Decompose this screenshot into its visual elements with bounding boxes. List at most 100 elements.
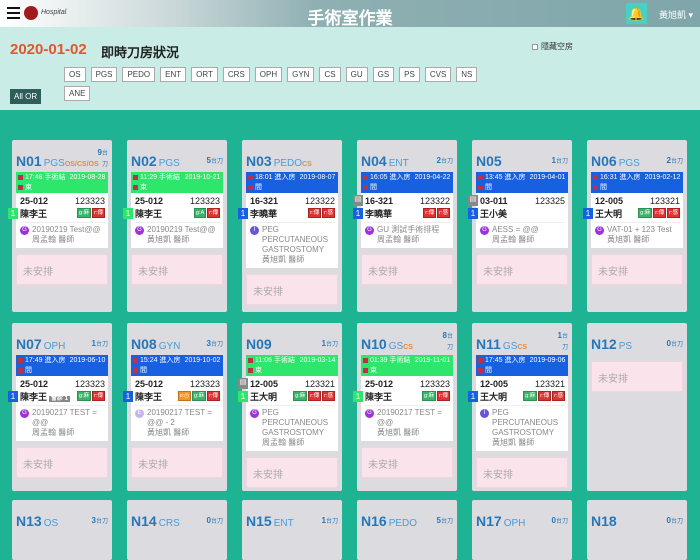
filter-ane[interactable]: ANE [64,86,91,101]
room-number: N01 [16,153,42,169]
unscheduled-slot[interactable]: 未安排 [476,254,568,285]
surgeon-name: 黃旭凱 醫師 [147,428,190,437]
room-card[interactable]: N16 PEDO 5台刀 [357,500,457,560]
sequence-number: 1 [8,207,18,219]
patient-name: 陳李王 [20,391,48,402]
patient-block[interactable]: ▤ 03-011 123325 1 王小美 G AESS = @@ 周孟翰 醫師 [468,193,568,248]
patient-block[interactable]: 25-012 123323 1 陳李王 g:麻 r:傳 G 20190219 Test@@ 周孟… [8,193,108,248]
patient-block[interactable]: ▤ 12-005 123321 1 王大明 g:麻 r:傳 r:感 G PEG PERCUTANE… [238,376,338,451]
unscheduled-slot[interactable]: 未安排 [361,254,453,285]
filter-pgs[interactable]: PGS [90,67,118,82]
room-card[interactable]: N13 OS 3台刀 [12,500,112,560]
unscheduled-slot[interactable]: 未安排 [246,274,338,305]
room-card[interactable]: N09 1台刀 11:06 手術結束 2019-03-14 ▤ 12-005 123321 1… [238,323,342,491]
filter-crs[interactable]: CRS [222,67,250,82]
room-number: N15 [246,513,272,529]
patient-block[interactable]: 25-012 123323 1 陳李王 會診 1 g:麻 r:傳 G 20190217 TEST… [8,376,108,441]
status-text: 16:05 進入房間 [370,174,411,191]
unscheduled-slot[interactable]: 未安排 [476,457,568,488]
unscheduled-slot[interactable]: 未安排 [16,254,108,285]
room-card[interactable]: N02 PGS 5台刀 11:29 手術結束 2019-10-21 25-012 12332… [123,140,227,312]
room-card[interactable]: N15 ENT 1台刀 [242,500,342,560]
patient-row: 1 王小美 [468,207,565,219]
unscheduled-slot[interactable]: 未安排 [361,447,453,478]
unscheduled-slot[interactable]: 未安排 [131,447,223,478]
patient-block[interactable]: 12-005 123321 1 王大明 g:麻 r:傳 r:感 G VAT-01 + 123 T… [583,193,683,248]
room-card[interactable]: N17 OPH 0台刀 [472,500,572,560]
status-dot-icon [478,184,483,190]
chart-number: 123322 [419,196,450,206]
case-count-unit: 台刀 [325,342,338,348]
filter-gu[interactable]: GU [345,67,368,82]
status-dot-icon [478,175,483,181]
procedure: G PEG PERCUTANEOUS GASTROSTOMY 周孟翰 醫師 [250,405,335,448]
patient-row: 25-012 123323 [135,195,220,207]
room-number: N17 [476,513,502,529]
unscheduled-slot[interactable]: 未安排 [591,254,683,285]
room-card[interactable]: N18 0台刀 [587,500,687,560]
patient-block[interactable]: 25-012 123323 1 陳李王 g:A r:傳 G 20190219 Test@@ 黃旭… [123,193,223,248]
filter-gyn[interactable]: GYN [287,67,315,82]
room-card[interactable]: N01 PGSOS/CS/OS 9台刀 17:48 手術結束 2019-08-28 25-… [8,140,112,312]
checkbox-icon[interactable] [532,43,538,50]
badges: g:麻 r:傳 [422,391,450,401]
badge-icon: r:傳 [653,208,667,218]
room-card[interactable]: N12 PS 0台刀 未安排 [587,323,687,491]
status-text: 17:48 手術結束 [25,174,66,191]
patient-block[interactable]: ▤ 16-321 123322 1 李曉華 r:傳 r:感 G GU 測試手術排程 周孟翰 醫師 [353,193,453,248]
badge-icon: r:傳 [437,391,450,401]
room-card[interactable]: N07 OPH 1台刀 17:49 進入房間 2019-06-10 25-012 12332… [8,323,112,491]
patient-block[interactable]: 16-321 123322 1 李曉華 r:傳 r:感 I PEG PERCUTANEOUS … [238,193,338,268]
bed-number: 25-012 [20,379,49,389]
room-card[interactable]: N05 1台刀 13:45 進入房間 2019-04-01 ▤ 03-011 123325 1… [468,140,572,312]
room-header: N01 PGSOS/CS/OS 9台刀 [16,144,108,172]
filter-ort[interactable]: ORT [191,67,218,82]
room-card[interactable]: N14 CRS 0台刀 [127,500,227,560]
sequence-number: 1 [123,207,133,219]
patient-block[interactable]: 12-005 123321 1 王大明 g:麻 r:傳 r:感 I PEG PERCUTANEO… [468,376,568,451]
status-dot-icon [248,184,253,190]
chart-number: 123323 [419,379,450,389]
room-card[interactable]: N08 GYN 3台刀 15:24 進入房間 2019-10-02 25-012 12332… [123,323,227,491]
hide-empty-checkbox[interactable]: 隱藏空房 [532,41,573,52]
room-card[interactable]: N03 PEDOCS 18:01 進入房間 2019-08-07 16-321 12332… [238,140,342,312]
filter-oph[interactable]: OPH [254,67,283,82]
status-dot-icon [478,358,483,364]
status-bar: 11:06 手術結束 2019-03-14 [246,355,338,376]
patient-name-wrap: 陳李王 [135,207,162,220]
patient-name: 王大明 [595,208,623,219]
unscheduled-slot[interactable]: 未安排 [591,361,683,392]
procedure: E 20190217 TEST = @@ - 2 黃旭凱 醫師 [135,405,220,438]
case-count-unit: 台刀 [325,519,338,525]
filter-cs[interactable]: CS [319,67,341,82]
filter-cvs[interactable]: CVS [424,67,452,82]
user-menu[interactable]: 黃旭凱 ▾ [659,8,693,21]
room-card[interactable]: N06 PGS 2台刀 16:31 進入房間 2019-02-12 12-005 12332… [583,140,687,312]
room-header: N05 1台刀 [476,144,568,172]
procedure: G 20190219 Test@@ 周孟翰 醫師 [20,222,105,245]
room-card[interactable]: N11 GSCS 1台刀 17:45 進入房間 2019-09-06 12-005 1233… [468,323,572,491]
filter-ps[interactable]: PS [399,67,420,82]
unscheduled-slot[interactable]: 未安排 [131,254,223,285]
patient-block[interactable]: 25-012 123323 1 陳李王 o:◷ g:麻 r:傳 E 20190217 TEST … [123,376,223,441]
filter-ns[interactable]: NS [456,67,478,82]
unscheduled-slot[interactable]: 未安排 [246,457,338,488]
all-or-button[interactable]: All OR [10,89,42,104]
filter-pedo[interactable]: PEDO [122,67,156,82]
filter-gs[interactable]: GS [372,67,395,82]
room-card[interactable]: N10 GSCS 8台刀 01:39 手術結束 2019-11-01 25-012 1233… [353,323,457,491]
filter-ent[interactable]: ENT [160,67,187,82]
bell-icon[interactable]: 🔔 [626,3,647,24]
case-count: 5台刀 [437,516,453,527]
filter-os[interactable]: OS [64,67,86,82]
status-dot-icon [133,175,138,181]
status-dot-icon [478,367,483,373]
status-icons [363,173,370,192]
room-card[interactable]: N04 ENT 2台刀 16:05 進入房間 2019-04-22 ▤ 16-321 1233… [353,140,457,312]
patient-block[interactable]: 25-012 123323 1 陳李王 g:麻 r:傳 G 20190217 TEST = @… [353,376,453,441]
badge-icon: r:傳 [92,208,105,218]
unscheduled-slot[interactable]: 未安排 [16,447,108,478]
patient-row: 25-012 123323 [135,378,220,390]
room-specialty: GS [502,341,518,352]
chart-number: 123323 [74,379,105,389]
